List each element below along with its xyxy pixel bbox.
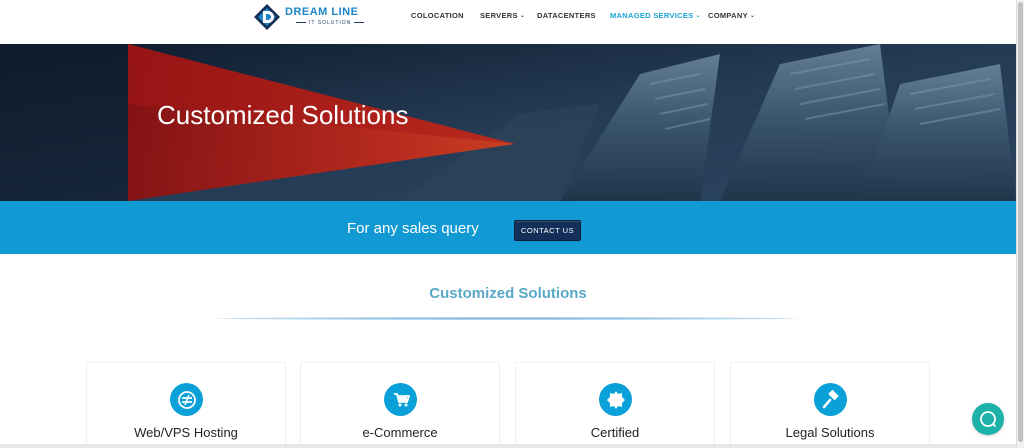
nav-item-datacenters[interactable]: DATACENTERS [537,11,596,20]
nav-item-label: SERVERS [480,11,518,20]
scrollbar-thumb[interactable] [1018,2,1023,442]
card-label: Legal Solutions [785,425,875,440]
hosting-icon [170,383,203,416]
card-web-vps-hosting[interactable]: Web/VPS Hosting [86,362,286,448]
chevron-down-icon: ⌄ [749,13,756,19]
nav-item-servers[interactable]: SERVERS ⌄ [480,11,525,20]
card-label: Certified [590,425,640,440]
nav-item-label: COLOCATION [411,11,464,20]
nav-item-managed-services[interactable]: MANAGED SERVICES ⌄ [610,11,701,20]
page-scrollbar[interactable] [1016,0,1024,448]
card-label: e-Commerce [362,425,438,440]
card-certified[interactable]: Certified [515,362,715,448]
card-e-commerce[interactable]: e-Commerce [300,362,500,448]
nav-item-label: MANAGED SERVICES [610,11,694,20]
gavel-icon [814,383,847,416]
card-legal-solutions[interactable]: Legal Solutions [730,362,930,448]
bottom-edge [0,444,1016,448]
nav-item-label: COMPANY [708,11,748,20]
brand-tagline: IT SOLUTION [293,20,367,26]
site-header: DREAM LINE IT SOLUTION COLOCATION SERVER… [0,0,1016,44]
nav-item-colocation[interactable]: COLOCATION [411,11,464,20]
sales-query-text: For any sales query [347,220,479,237]
hero-title: Customized Solutions [157,100,409,130]
sales-query-strip: For any sales query CONTACT US [0,201,1016,254]
hero-background-image [0,44,1016,201]
chat-widget-button[interactable] [972,403,1004,435]
chat-bubble-icon [980,411,996,427]
nav-item-label: DATACENTERS [537,11,596,20]
card-label: Web/VPS Hosting [134,425,238,440]
section-title: Customized Solutions [429,285,587,302]
chevron-down-icon: ⌄ [519,13,526,19]
brand-name: DREAM LINE [285,6,359,18]
brand-logo[interactable]: DREAM LINE IT SOLUTION [253,3,363,31]
nav-item-company[interactable]: COMPANY ⌄ [708,11,755,20]
cart-icon [384,383,417,416]
hero-banner: Customized Solutions [0,44,1016,201]
certified-badge-icon [599,383,632,416]
chevron-down-icon: ⌄ [695,13,701,19]
contact-us-button[interactable]: CONTACT US [514,220,581,241]
section-divider [216,317,798,320]
logo-mark-icon [254,4,280,30]
